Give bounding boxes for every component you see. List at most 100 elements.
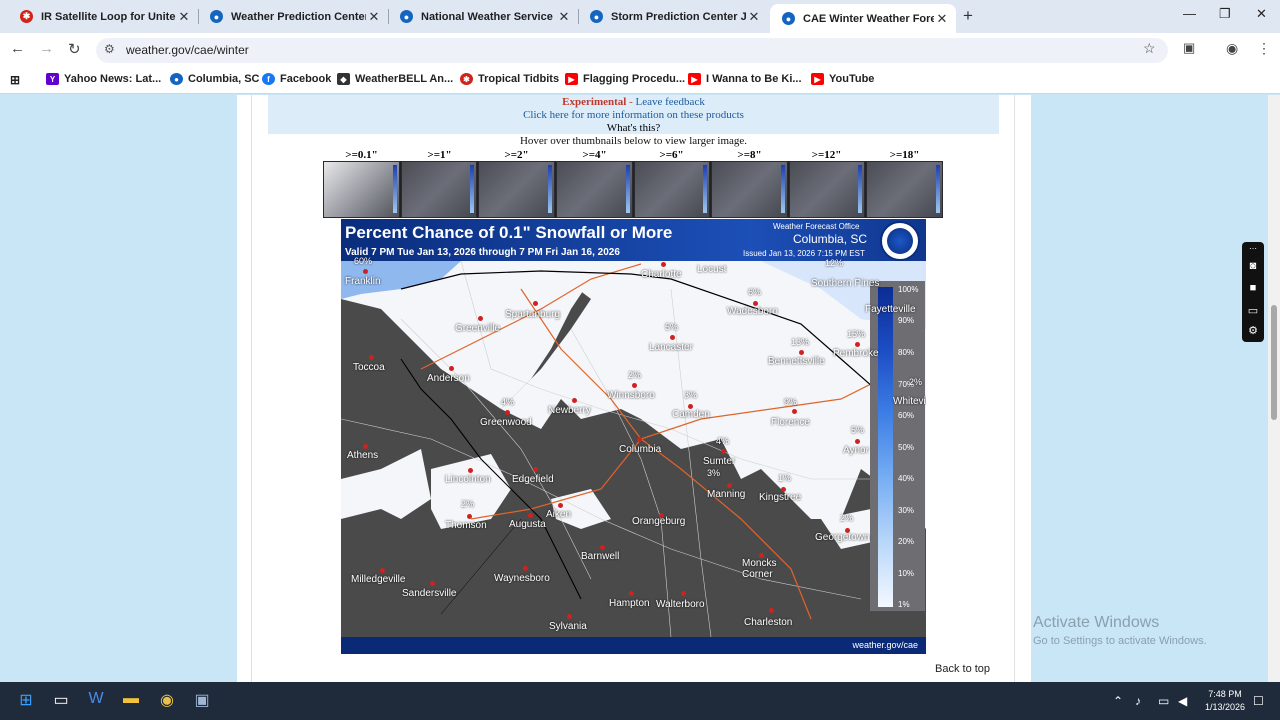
percent-label: 2% bbox=[840, 513, 854, 523]
thumbnail-1in[interactable] bbox=[400, 161, 478, 218]
cast-icon[interactable]: ▣ bbox=[1183, 40, 1195, 56]
more-info-link[interactable]: Click here for more information on these… bbox=[523, 109, 744, 121]
back-to-top-link[interactable]: Back to top bbox=[935, 663, 990, 675]
network-icon[interactable]: ▭ bbox=[1158, 694, 1169, 708]
new-tab-button[interactable]: + bbox=[963, 6, 973, 26]
wfo-label: Weather Forecast Office bbox=[773, 222, 860, 231]
city-dot bbox=[363, 269, 368, 274]
tab-ir-satellite[interactable]: ✱ IR Satellite Loop for United ✕ bbox=[8, 4, 199, 29]
nws-logo-icon bbox=[880, 221, 920, 261]
window-icon[interactable]: ▭ bbox=[1246, 304, 1260, 317]
city-dot bbox=[468, 468, 473, 473]
percent-label: 2% bbox=[909, 377, 923, 387]
settings-icon[interactable]: ⚙ bbox=[1246, 324, 1260, 337]
city-dot bbox=[670, 335, 675, 340]
close-window-icon[interactable]: ✕ bbox=[1256, 6, 1267, 22]
volume-icon[interactable]: ◀ bbox=[1178, 694, 1187, 708]
city-dot bbox=[523, 566, 528, 571]
tab-nws[interactable]: ● National Weather Service ✕ bbox=[388, 4, 579, 29]
bookmark-facebook[interactable]: f Facebook bbox=[262, 73, 331, 85]
close-icon[interactable]: ✕ bbox=[366, 9, 382, 25]
thumbnail-8in[interactable] bbox=[711, 161, 788, 218]
percent-label: 2% bbox=[628, 370, 642, 380]
bookmark-youtube[interactable]: ▶ YouTube bbox=[811, 73, 874, 85]
thumbnail-0-1in[interactable] bbox=[323, 161, 400, 218]
tab-cae-winter[interactable]: ● CAE Winter Weather Foreca ✕ bbox=[770, 4, 956, 33]
close-icon[interactable]: ✕ bbox=[934, 11, 950, 27]
city-dot bbox=[632, 383, 637, 388]
percent-label: 5% bbox=[665, 322, 679, 332]
bookmark-flagging[interactable]: ▶ Flagging Procedu... bbox=[565, 73, 685, 85]
menu-icon[interactable]: ⋮ bbox=[1257, 40, 1271, 57]
profile-icon[interactable]: ◉ bbox=[1226, 40, 1238, 57]
close-icon[interactable]: ✕ bbox=[176, 9, 192, 25]
minimize-icon[interactable]: — bbox=[1183, 6, 1196, 21]
youtube-icon: ▶ bbox=[811, 73, 824, 85]
more-icon[interactable]: ⋯ bbox=[1246, 244, 1260, 256]
system-clock[interactable]: 7:48 PM 1/13/2026 bbox=[1200, 688, 1250, 714]
percent-label: 1% bbox=[778, 473, 792, 483]
app-icon[interactable]: ▣ bbox=[191, 690, 213, 712]
wfo-city: Columbia, SC bbox=[793, 232, 868, 246]
bookmark-weatherbell[interactable]: ◆ WeatherBELL An... bbox=[337, 73, 453, 85]
percent-label: 5% bbox=[851, 425, 865, 435]
maximize-icon[interactable]: ❐ bbox=[1219, 6, 1231, 22]
video-icon[interactable]: ■ bbox=[1246, 282, 1260, 294]
close-icon[interactable]: ✕ bbox=[556, 9, 572, 25]
tray-chevron-icon[interactable]: ⌃ bbox=[1113, 694, 1123, 708]
city-label: Aiken bbox=[546, 509, 572, 520]
threshold-label: >=1" bbox=[427, 149, 452, 161]
tab-wpc[interactable]: ● Weather Prediction Center ✕ bbox=[198, 4, 389, 29]
thumbnail-2in[interactable] bbox=[478, 161, 555, 218]
city-label: Moncks Corner bbox=[742, 558, 777, 580]
notification-icon[interactable]: ☐ bbox=[1253, 694, 1264, 708]
city-dot bbox=[637, 437, 642, 442]
city-label: Wadesboro bbox=[727, 306, 778, 317]
city-label: Barnwell bbox=[581, 551, 620, 562]
city-label: Orangeburg bbox=[632, 516, 686, 527]
close-icon[interactable]: ✕ bbox=[746, 9, 762, 25]
threshold-label: >=4" bbox=[582, 149, 607, 161]
legend-color-bar bbox=[878, 287, 893, 607]
percent-label: 6% bbox=[748, 287, 762, 297]
whats-this-link[interactable]: What's this? bbox=[268, 122, 999, 135]
threshold-label: >=0.1" bbox=[345, 149, 378, 161]
feedback-link[interactable]: Leave feedback bbox=[636, 96, 705, 108]
camera-icon[interactable]: ◙ bbox=[1246, 260, 1260, 272]
threshold-label: >=18" bbox=[889, 149, 920, 161]
tab-spc[interactable]: ● Storm Prediction Center Jan ✕ bbox=[578, 4, 768, 29]
windows-start-icon[interactable]: ⊞ bbox=[15, 690, 37, 712]
thumbnail-strip bbox=[323, 161, 943, 218]
apps-icon[interactable]: ⊞ bbox=[10, 73, 20, 87]
scrollbar-thumb[interactable] bbox=[1271, 305, 1277, 420]
thumbnail-4in[interactable] bbox=[555, 161, 633, 218]
back-arrow-icon[interactable]: ← bbox=[10, 40, 25, 57]
reload-icon[interactable]: ↻ bbox=[68, 40, 81, 58]
bookmark-star-icon[interactable]: ☆ bbox=[1143, 40, 1156, 57]
thumbnail-6in[interactable] bbox=[633, 161, 711, 218]
bookmark-yahoo[interactable]: Y Yahoo News: Lat... bbox=[46, 73, 161, 85]
legend-label: 40% bbox=[898, 474, 915, 483]
microphone-icon[interactable]: ♪ bbox=[1135, 694, 1141, 708]
bookmark-columbia[interactable]: ● Columbia, SC bbox=[170, 73, 260, 85]
tab-label: CAE Winter Weather Foreca bbox=[803, 12, 934, 25]
city-label: Georgetown bbox=[815, 532, 870, 543]
forward-arrow-icon[interactable]: → bbox=[39, 40, 54, 57]
bookmark-iwanna[interactable]: ▶ I Wanna to Be Ki... bbox=[688, 73, 802, 85]
capture-sidebar: ⋯ ◙ ■ ▭ ⚙ bbox=[1242, 242, 1264, 342]
word-icon[interactable]: W bbox=[85, 690, 107, 712]
chrome-icon[interactable]: ◉ bbox=[156, 690, 178, 712]
city-label: Manning bbox=[707, 489, 746, 500]
task-view-icon[interactable]: ▭ bbox=[50, 690, 72, 712]
file-explorer-icon[interactable]: ▬ bbox=[120, 690, 142, 712]
site-info-icon[interactable]: ⚙ bbox=[104, 42, 115, 56]
bookmark-tropical[interactable]: ✱ Tropical Tidbits bbox=[460, 73, 559, 85]
address-bar[interactable]: ⚙ weather.gov/cae/winter bbox=[96, 38, 1168, 63]
legend-label: 50% bbox=[898, 443, 915, 452]
city-dot bbox=[380, 568, 385, 573]
legend-label: 10% bbox=[898, 569, 915, 578]
thumbnail-18in[interactable] bbox=[866, 161, 943, 218]
threshold-labels: >=0.1" >=1" >=2" >=4" >=6" >=8" >=12" >=… bbox=[323, 149, 943, 161]
thumbnail-12in[interactable] bbox=[788, 161, 866, 218]
url-text: weather.gov/cae/winter bbox=[126, 43, 249, 57]
